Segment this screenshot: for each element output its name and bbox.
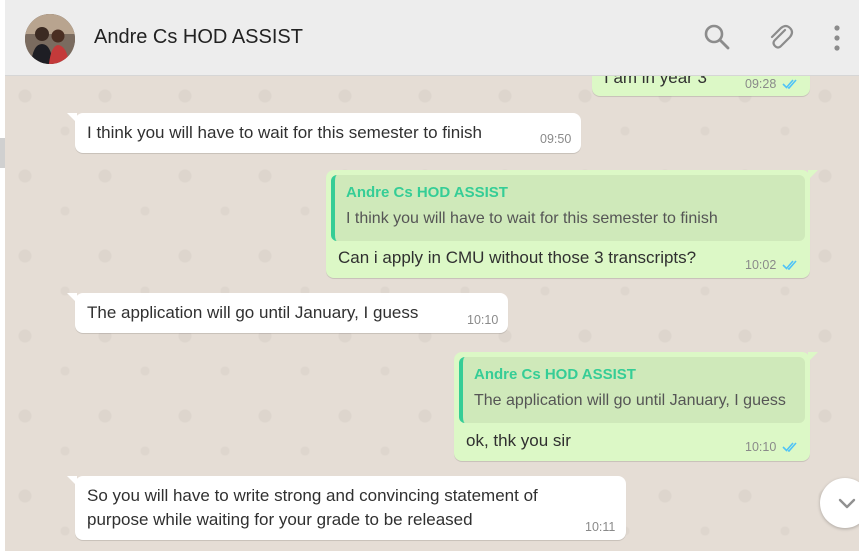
message-incoming[interactable]: So you will have to write strong and con… [67,476,626,540]
message-text: ok, thk you sir [466,431,571,450]
message-time: 10:10 [745,440,777,454]
message-list[interactable]: I am in year 3 09:28 I think you will ha… [5,76,859,551]
quoted-message[interactable]: Andre Cs HOD ASSIST The application will… [459,357,805,423]
message-text: I am in year 3 [604,76,707,87]
quoted-author: Andre Cs HOD ASSIST [346,184,508,201]
read-ticks-icon [782,442,797,452]
message-text-line: purpose while waiting for your grade to … [87,510,473,529]
message-time: 09:28 [745,77,777,91]
message-time: 10:02 [745,258,777,272]
message-time: 10:11 [585,520,616,534]
read-ticks-icon [782,260,797,270]
contact-name[interactable]: Andre Cs HOD ASSIST [94,26,303,49]
quoted-text: The application will go until January, I… [474,392,786,409]
message-incoming[interactable]: I think you will have to wait for this s… [67,113,581,153]
search-icon[interactable] [702,22,732,52]
chat-header: Andre Cs HOD ASSIST [5,0,859,76]
quoted-author: Andre Cs HOD ASSIST [474,366,636,383]
message-outgoing[interactable]: I am in year 3 09:28 [592,76,810,96]
avatar[interactable] [25,14,75,64]
message-text: I think you will have to wait for this s… [87,123,482,142]
avatar-photo [25,14,75,64]
read-ticks-icon [782,79,797,89]
quoted-message[interactable]: Andre Cs HOD ASSIST I think you will hav… [331,175,805,241]
message-text: Can i apply in CMU without those 3 trans… [338,248,697,267]
kebab-menu-icon[interactable] [827,22,847,52]
message-outgoing[interactable]: Andre Cs HOD ASSIST I think you will hav… [326,170,818,278]
message-time: 10:10 [467,313,499,327]
paperclip-icon[interactable] [765,22,795,52]
message-text: The application will go until January, I… [87,303,419,322]
chevron-down-icon [838,498,856,509]
message-text-line: So you will have to write strong and con… [87,486,538,505]
quoted-text: I think you will have to wait for this s… [346,210,718,227]
message-incoming[interactable]: The application will go until January, I… [67,293,508,333]
message-outgoing[interactable]: Andre Cs HOD ASSIST The application will… [454,352,818,461]
message-time: 09:50 [540,132,572,146]
